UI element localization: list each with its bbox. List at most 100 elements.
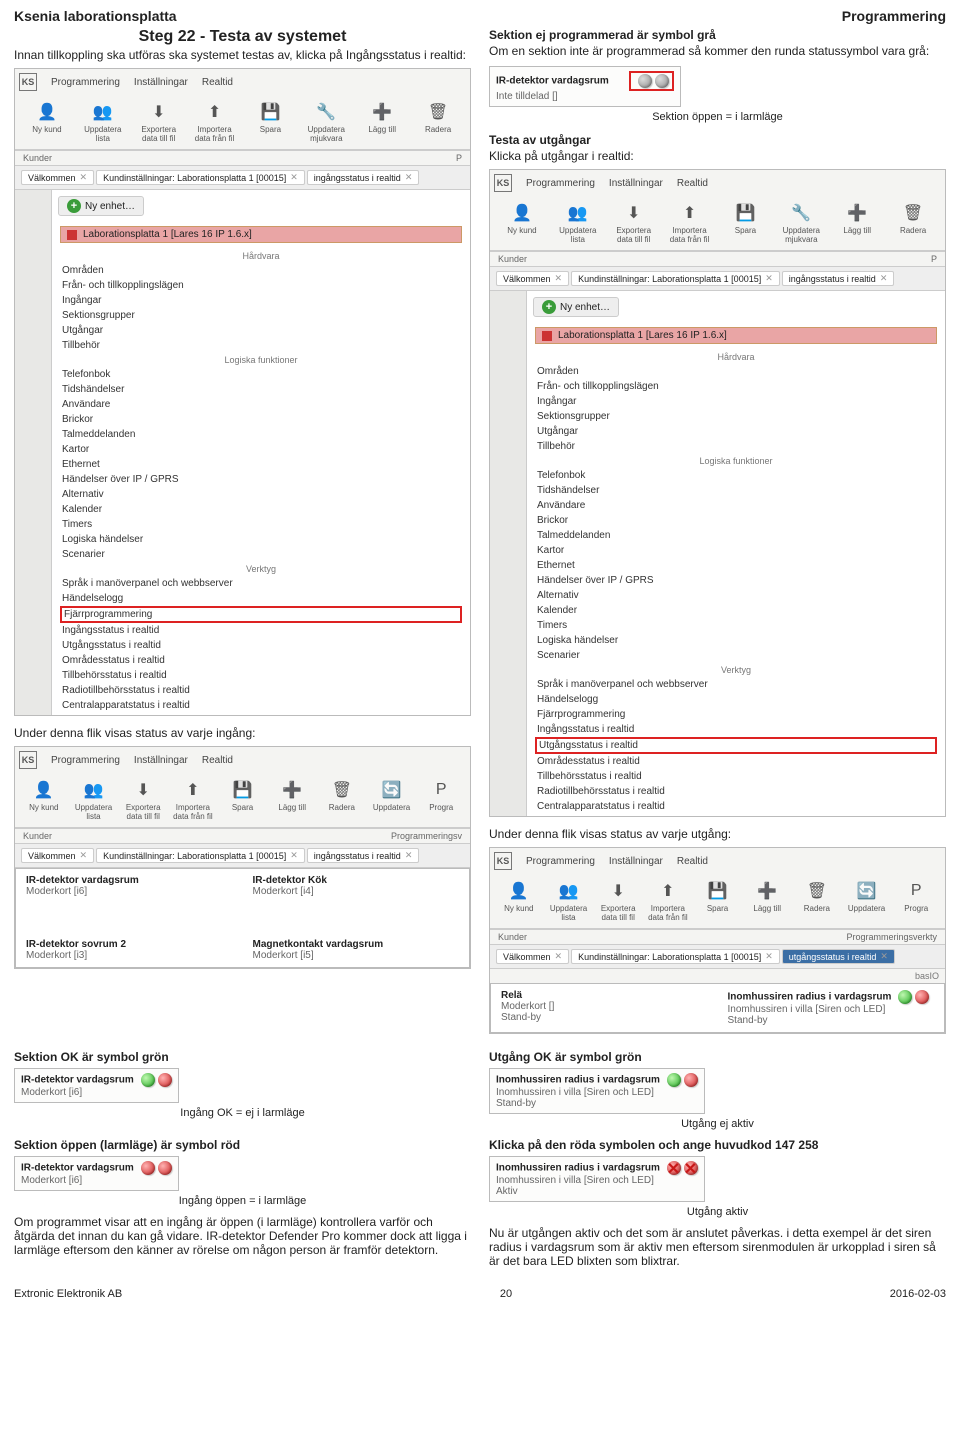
sidebar-item[interactable]: Språk i manöverpanel och webbserver <box>535 677 937 692</box>
tab-utgang-realtid[interactable]: utgångsstatus i realtid✕ <box>782 949 895 964</box>
menu-real[interactable]: Realtid <box>677 856 708 867</box>
menu-real[interactable]: Realtid <box>677 178 708 189</box>
tbtn-importera[interactable]: ⬆Importera data från fil <box>645 880 691 922</box>
tbtn-uppdatera-mjukvara[interactable]: 🔧Uppdatera mjukvara <box>775 202 827 244</box>
status-dot-red-x[interactable] <box>667 1161 681 1175</box>
tbtn-importera[interactable]: ⬆Importera data från fil <box>189 101 241 143</box>
tbtn-spara[interactable]: 💾Spara <box>220 779 266 821</box>
sidebar-item[interactable]: Brickor <box>535 513 937 528</box>
tbtn-exportera[interactable]: ⬇Exportera data till fil <box>595 880 641 922</box>
tab-ingang-realtid[interactable]: ingångsstatus i realtid✕ <box>307 170 420 185</box>
sidebar-item-utgang-highlight[interactable]: Utgångsstatus i realtid <box>535 737 937 754</box>
sidebar-item[interactable]: Händelser över IP / GPRS <box>535 573 937 588</box>
tab-valkommen[interactable]: Välkommen✕ <box>21 848 94 863</box>
ny-enhet-button[interactable]: +Ny enhet… <box>58 196 144 216</box>
tbtn-lagg-till[interactable]: ➕Lägg till <box>744 880 790 922</box>
sidebar-item[interactable]: Timers <box>535 618 937 633</box>
tbtn-uppdatera-mjukvara[interactable]: 🔧Uppdatera mjukvara <box>300 101 352 143</box>
tbtn-ny-kund[interactable]: 👤Ny kund <box>21 101 73 143</box>
close-icon[interactable]: ✕ <box>405 172 413 183</box>
tbtn-exportera[interactable]: ⬇Exportera data till fil <box>608 202 660 244</box>
tbtn-radera[interactable]: 🗑Radera <box>319 779 365 821</box>
sidebar-item[interactable]: Centralapparatstatus i realtid <box>535 799 937 814</box>
tbtn-uppdatera[interactable]: 🔄Uppdatera <box>844 880 890 922</box>
sidebar-item[interactable]: Utgångar <box>60 323 462 338</box>
tbtn-spara[interactable]: 💾Spara <box>720 202 772 244</box>
tbtn-lagg-till[interactable]: ➕Lägg till <box>356 101 408 143</box>
tab-valkommen[interactable]: Välkommen✕ <box>496 949 569 964</box>
sidebar-item[interactable]: Fjärrprogrammering <box>535 707 937 722</box>
tbtn-spara[interactable]: 💾Spara <box>245 101 297 143</box>
tbtn-importera[interactable]: ⬆Importera data från fil <box>170 779 216 821</box>
sidebar-item[interactable]: Centralapparatstatus i realtid <box>60 698 462 713</box>
tbtn-lagg-till[interactable]: ➕Lägg till <box>269 779 315 821</box>
sidebar-item[interactable]: Områdesstatus i realtid <box>60 653 462 668</box>
sidebar-item[interactable]: Användare <box>60 397 462 412</box>
sidebar-item[interactable]: Logiska händelser <box>535 633 937 648</box>
tab-kundinstallningar[interactable]: Kundinställningar: Laborationsplatta 1 [… <box>571 271 780 286</box>
sidebar-item[interactable]: Tillbehör <box>535 439 937 454</box>
sidebar-item-fjarrprogrammering-highlight[interactable]: Fjärrprogrammering <box>60 606 462 623</box>
tbtn-importera[interactable]: ⬆Importera data från fil <box>664 202 716 244</box>
sidebar-item[interactable]: Händelser över IP / GPRS <box>60 472 462 487</box>
status-dot-green[interactable] <box>898 990 912 1004</box>
sidebar-item[interactable]: Kartor <box>535 543 937 558</box>
sidebar-item[interactable]: Tillbehörsstatus i realtid <box>60 668 462 683</box>
tbtn-uppdatera-lista[interactable]: 👥Uppdatera lista <box>546 880 592 922</box>
tbtn-uppdatera-lista[interactable]: 👥Uppdatera lista <box>71 779 117 821</box>
device-bar[interactable]: Laborationsplatta 1 [Lares 16 IP 1.6.x] <box>60 226 462 243</box>
tab-valkommen[interactable]: Välkommen✕ <box>496 271 569 286</box>
tbtn-spara[interactable]: 💾Spara <box>695 880 741 922</box>
sidebar-item[interactable]: Ethernet <box>535 558 937 573</box>
tbtn-ny-kund[interactable]: 👤Ny kund <box>496 202 548 244</box>
sidebar-item[interactable]: Scenarier <box>535 648 937 663</box>
sidebar-item[interactable]: Händelselogg <box>535 692 937 707</box>
tab-ingang-realtid[interactable]: ingångsstatus i realtid✕ <box>782 271 895 286</box>
sidebar-item[interactable]: Alternativ <box>535 588 937 603</box>
sidebar-item[interactable]: Tidshändelser <box>60 382 462 397</box>
sidebar-item[interactable]: Logiska händelser <box>60 532 462 547</box>
sidebar-item[interactable]: Språk i manöverpanel och webbserver <box>60 576 462 591</box>
menu-prog[interactable]: Programmering <box>51 755 120 766</box>
sidebar-item[interactable]: Från- och tillkopplingslägen <box>60 278 462 293</box>
tbtn-exportera[interactable]: ⬇Exportera data till fil <box>133 101 185 143</box>
sidebar-item[interactable]: Kalender <box>535 603 937 618</box>
sidebar-item[interactable]: Ethernet <box>60 457 462 472</box>
menu-inst[interactable]: Inställningar <box>609 178 663 189</box>
sidebar-item[interactable]: Sektionsgrupper <box>60 308 462 323</box>
sidebar-item[interactable]: Områdesstatus i realtid <box>535 754 937 769</box>
menu-prog[interactable]: Programmering <box>526 856 595 867</box>
tbtn-exportera[interactable]: ⬇Exportera data till fil <box>120 779 166 821</box>
tbtn-radera[interactable]: 🗑Radera <box>794 880 840 922</box>
tab-ingang-realtid[interactable]: ingångsstatus i realtid✕ <box>307 848 420 863</box>
tab-kundinstallningar[interactable]: Kundinställningar: Laborationsplatta 1 [… <box>96 848 305 863</box>
sidebar-item[interactable]: Tillbehör <box>60 338 462 353</box>
sidebar-item[interactable]: Ingångsstatus i realtid <box>60 623 462 638</box>
menu-inst[interactable]: Inställningar <box>609 856 663 867</box>
sidebar-item[interactable]: Talmeddelanden <box>535 528 937 543</box>
tab-kundinstallningar[interactable]: Kundinställningar: Laborationsplatta 1 [… <box>571 949 780 964</box>
sidebar-item[interactable]: Tidshändelser <box>535 483 937 498</box>
sidebar-item[interactable]: Radiotillbehörsstatus i realtid <box>535 784 937 799</box>
tbtn-radera[interactable]: 🗑Radera <box>412 101 464 143</box>
menu-prog[interactable]: Programmering <box>526 178 595 189</box>
tbtn-lagg-till[interactable]: ➕Lägg till <box>831 202 883 244</box>
device-bar[interactable]: Laborationsplatta 1 [Lares 16 IP 1.6.x] <box>535 327 937 344</box>
tab-kundinstallningar[interactable]: Kundinställningar: Laborationsplatta 1 [… <box>96 170 305 185</box>
sidebar-item[interactable]: Områden <box>60 263 462 278</box>
sidebar-item[interactable]: Ingångar <box>60 293 462 308</box>
sidebar-item[interactable]: Ingångsstatus i realtid <box>535 722 937 737</box>
tbtn-ny-kund[interactable]: 👤Ny kund <box>21 779 67 821</box>
sidebar-item[interactable]: Områden <box>535 364 937 379</box>
menu-prog[interactable]: Programmering <box>51 77 120 88</box>
status-dot-red[interactable] <box>915 990 929 1004</box>
tbtn-radera[interactable]: 🗑Radera <box>887 202 939 244</box>
sidebar-item[interactable]: Radiotillbehörsstatus i realtid <box>60 683 462 698</box>
close-icon[interactable]: ✕ <box>80 172 88 183</box>
sidebar-item[interactable]: Kartor <box>60 442 462 457</box>
tbtn-uppdatera-lista[interactable]: 👥Uppdatera lista <box>552 202 604 244</box>
sidebar-item[interactable]: Talmeddelanden <box>60 427 462 442</box>
tab-valkommen[interactable]: Välkommen✕ <box>21 170 94 185</box>
sidebar-item[interactable]: Timers <box>60 517 462 532</box>
sidebar-item[interactable]: Brickor <box>60 412 462 427</box>
